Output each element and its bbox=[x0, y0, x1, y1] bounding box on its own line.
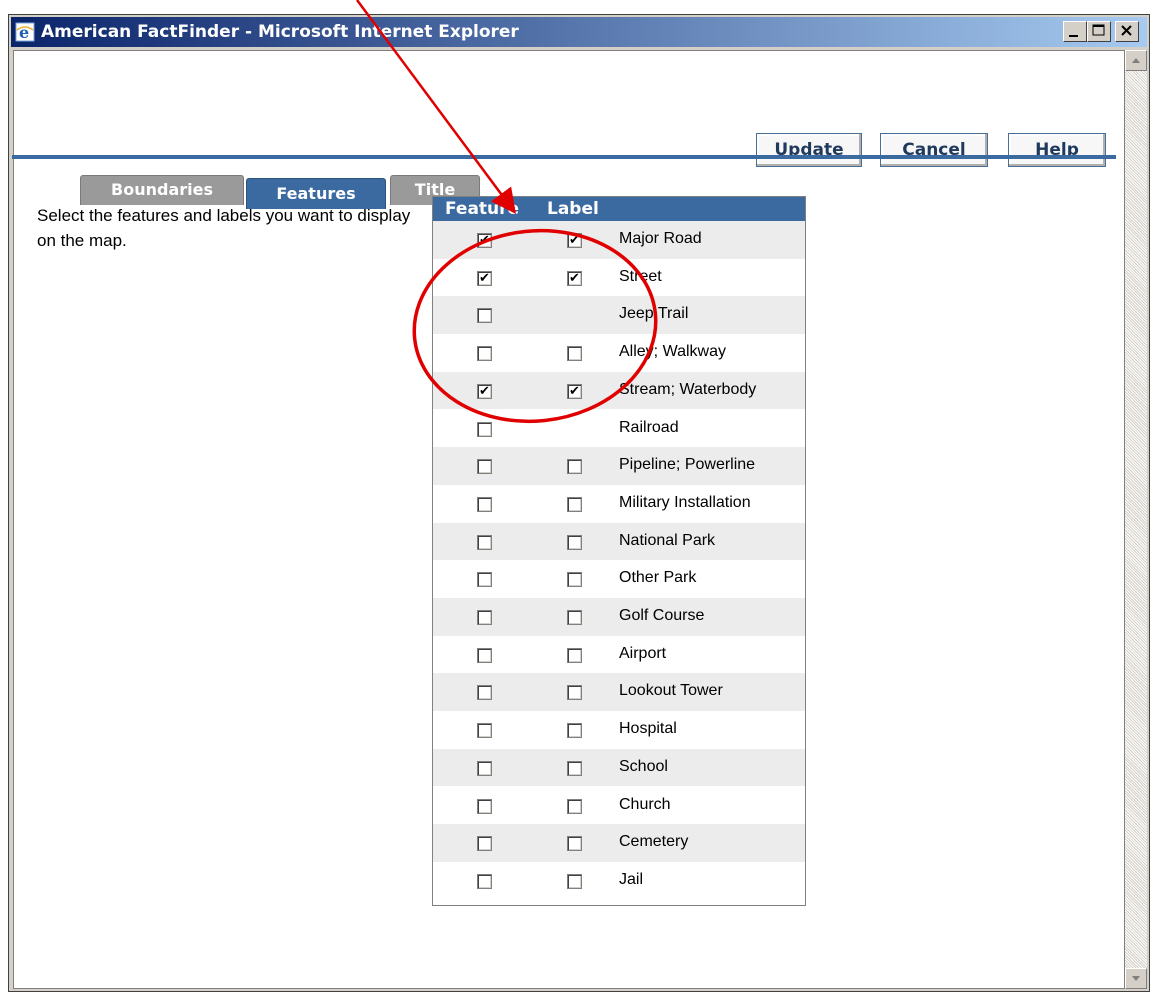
table-row: ✔ ✔ Lookout Tower bbox=[433, 673, 805, 712]
instructions-text: Select the features and labels you want … bbox=[37, 206, 411, 250]
features-table: Feature Label ✔ ✔ Major Road ✔ ✔ Street ✔ Jeep … bbox=[432, 196, 806, 906]
table-row: ✔ ✔ Pipeline; Powerline bbox=[433, 447, 805, 485]
label-checkbox[interactable]: ✔ bbox=[567, 270, 582, 286]
feature-checkbox[interactable]: ✔ bbox=[477, 798, 492, 814]
feature-name: Railroad bbox=[619, 418, 679, 436]
table-row: ✔ ✔ Major Road bbox=[433, 221, 805, 259]
feature-name: Other Park bbox=[619, 569, 697, 587]
feature-name: Street bbox=[619, 267, 662, 285]
title-bar: e American FactFinder - Microsoft Intern… bbox=[11, 17, 1147, 47]
scroll-up-button[interactable] bbox=[1125, 50, 1147, 71]
label-checkbox[interactable]: ✔ bbox=[567, 836, 582, 852]
table-row: ✔ ✔ Church bbox=[433, 787, 805, 825]
feature-name: Golf Course bbox=[619, 607, 705, 624]
table-header: Feature Label bbox=[433, 197, 805, 221]
feature-checkbox[interactable]: ✔ bbox=[477, 723, 492, 739]
feature-name: Major Road bbox=[619, 230, 702, 247]
checkmark-icon: ✔ bbox=[479, 233, 490, 248]
arrow-up-icon bbox=[1132, 58, 1140, 63]
feature-name: Hospital bbox=[619, 720, 677, 738]
checkmark-icon: ✔ bbox=[569, 270, 580, 286]
feature-checkbox[interactable]: ✔ bbox=[477, 610, 492, 625]
table-row: ✔ ✔ Airport bbox=[433, 636, 805, 674]
feature-name: Jail bbox=[619, 870, 644, 888]
feature-name: National Park bbox=[619, 531, 716, 549]
label-checkbox[interactable]: ✔ bbox=[567, 873, 582, 889]
tab-boundaries[interactable]: Boundaries bbox=[80, 175, 244, 205]
checkmark-icon: ✔ bbox=[479, 383, 490, 399]
feature-name: Alley; Walkway bbox=[619, 343, 726, 361]
label-checkbox[interactable]: ✔ bbox=[567, 534, 582, 550]
svg-text:e: e bbox=[19, 23, 29, 42]
table-row: ✔ ✔ School bbox=[433, 748, 805, 787]
feature-checkbox[interactable]: ✔ bbox=[477, 459, 492, 475]
table-row: ✔ ✔ Street bbox=[433, 259, 805, 297]
label-checkbox[interactable]: ✔ bbox=[567, 610, 582, 625]
feature-checkbox[interactable]: ✔ bbox=[477, 496, 492, 512]
feature-checkbox[interactable]: ✔ bbox=[477, 647, 492, 663]
label-checkbox[interactable]: ✔ bbox=[567, 383, 582, 399]
label-checkbox[interactable]: ✔ bbox=[567, 233, 582, 248]
feature-name: Church bbox=[619, 795, 671, 813]
label-checkbox[interactable]: ✔ bbox=[567, 798, 582, 814]
label-checkbox[interactable]: ✔ bbox=[567, 760, 582, 776]
table-row: ✔ ✔ Alley; Walkway bbox=[433, 334, 805, 372]
feature-name: Cemetery bbox=[619, 833, 689, 851]
label-checkbox[interactable]: ✔ bbox=[567, 459, 582, 475]
table-row: ✔ ✔ National Park bbox=[433, 522, 805, 561]
update-button[interactable]: Update bbox=[756, 133, 862, 167]
checkmark-icon: ✔ bbox=[479, 270, 490, 286]
table-row: ✔ ✔ Military Installation bbox=[433, 485, 805, 523]
label-checkbox[interactable]: ✔ bbox=[567, 496, 582, 512]
close-button[interactable] bbox=[1115, 21, 1139, 42]
feature-name: Stream; Waterbody bbox=[619, 380, 757, 398]
feature-checkbox[interactable]: ✔ bbox=[477, 572, 492, 588]
vertical-scrollbar[interactable] bbox=[1125, 50, 1147, 989]
arrow-down-icon bbox=[1132, 976, 1140, 981]
checkmark-icon: ✔ bbox=[569, 233, 580, 248]
feature-column-header: Feature bbox=[445, 199, 520, 219]
table-row: ✔ ✔ Other Park bbox=[433, 560, 805, 598]
label-checkbox[interactable]: ✔ bbox=[567, 685, 582, 701]
maximize-button[interactable] bbox=[1087, 21, 1111, 42]
internet-explorer-icon: e bbox=[15, 22, 35, 42]
feature-checkbox[interactable]: ✔ bbox=[477, 685, 492, 701]
table-row: ✔ ✔ Stream; Waterbody bbox=[433, 371, 805, 410]
feature-name: Pipeline; Powerline bbox=[619, 456, 756, 474]
scroll-down-button[interactable] bbox=[1125, 968, 1147, 989]
label-checkbox[interactable]: ✔ bbox=[567, 572, 582, 588]
feature-checkbox[interactable]: ✔ bbox=[477, 308, 492, 324]
label-checkbox[interactable]: ✔ bbox=[567, 346, 582, 362]
table-row: ✔ ✔ Cemetery bbox=[433, 824, 805, 862]
feature-name: Military Installation bbox=[619, 493, 751, 511]
table-row: ✔ ✔ Jail bbox=[433, 862, 805, 900]
feature-name: Lookout Tower bbox=[619, 682, 723, 700]
feature-checkbox[interactable]: ✔ bbox=[477, 421, 492, 437]
feature-name: School bbox=[619, 757, 668, 775]
minimize-button[interactable] bbox=[1063, 21, 1087, 42]
label-column-header: Label bbox=[547, 199, 599, 219]
tab-divider bbox=[12, 155, 1116, 159]
table-row: ✔ ✔ Golf Course bbox=[433, 598, 805, 636]
feature-name: Airport bbox=[619, 644, 667, 662]
help-button[interactable]: Help bbox=[1008, 133, 1106, 167]
feature-checkbox[interactable]: ✔ bbox=[477, 346, 492, 362]
label-checkbox[interactable]: ✔ bbox=[567, 647, 582, 663]
feature-checkbox[interactable]: ✔ bbox=[477, 873, 492, 889]
feature-checkbox[interactable]: ✔ bbox=[477, 233, 492, 248]
table-row: ✔ Railroad bbox=[433, 410, 805, 448]
window-title: American FactFinder - Microsoft Internet… bbox=[41, 22, 519, 42]
feature-name: Jeep Trail bbox=[619, 305, 689, 323]
feature-checkbox[interactable]: ✔ bbox=[477, 836, 492, 852]
cancel-button[interactable]: Cancel bbox=[880, 133, 988, 167]
feature-checkbox[interactable]: ✔ bbox=[477, 270, 492, 286]
feature-checkbox[interactable]: ✔ bbox=[477, 534, 492, 550]
table-row: ✔ ✔ Hospital bbox=[433, 711, 805, 749]
label-checkbox[interactable]: ✔ bbox=[567, 723, 582, 739]
feature-checkbox[interactable]: ✔ bbox=[477, 760, 492, 776]
table-row: ✔ Jeep Trail bbox=[433, 296, 805, 335]
feature-checkbox[interactable]: ✔ bbox=[477, 383, 492, 399]
checkmark-icon: ✔ bbox=[569, 383, 580, 399]
